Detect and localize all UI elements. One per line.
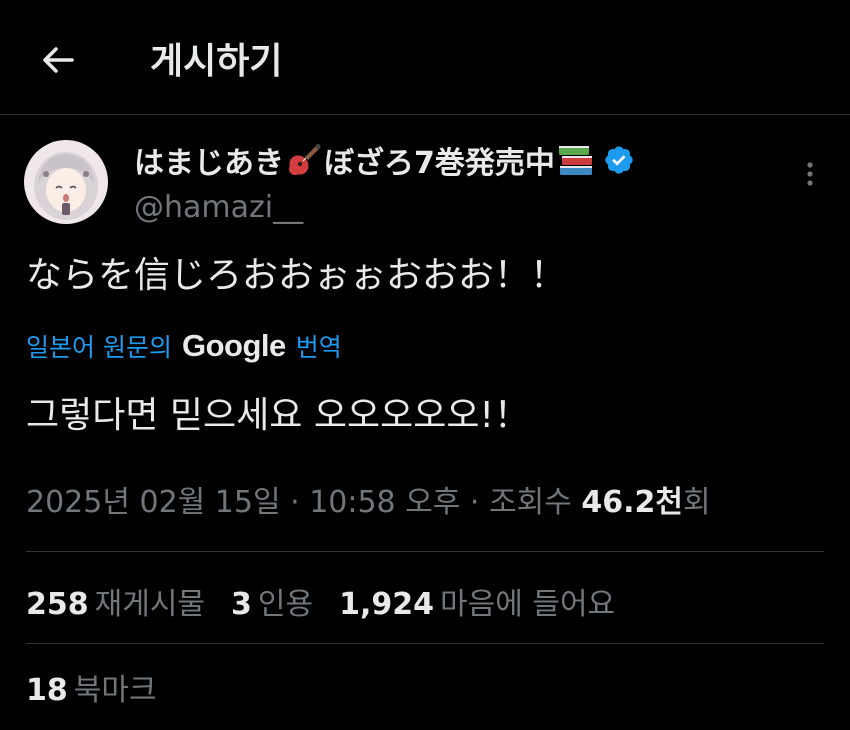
views-label: 조회수 [489,485,572,520]
post-date[interactable]: 2025년 02월 15일 [26,485,281,520]
reposts-stat[interactable]: 258 재게시물 [26,579,205,623]
avatar[interactable] [24,140,108,224]
display-name-suffix: ぼざろ7巻発売中 [324,146,555,181]
likes-stat[interactable]: 1,924 마음에 들어요 [339,579,615,623]
quotes-label: 인용 [257,587,314,622]
arrow-left-icon [43,47,74,73]
page-title: 게시하기 [150,41,283,82]
reposts-label: 재게시물 [94,587,206,622]
verified-badge-icon [605,146,633,174]
bookmarks-stat[interactable]: 18 북마크 [26,670,157,712]
bookmarks-label: 북마크 [73,673,157,708]
avatar-image [24,140,108,224]
divider [26,551,824,552]
post-stats: 258 재게시물 3 인용 1,924 마음에 들어요 [26,580,615,622]
more-options-button[interactable] [790,154,830,194]
reposts-count: 258 [26,587,89,622]
top-bar: 게시하기 [0,0,850,115]
divider [26,643,824,644]
display-name-prefix: はまじあき [134,146,284,181]
author-display-name[interactable]: はまじあき ぼざろ7巻発売中 [134,138,635,182]
translated-post-text: 그렇다면 믿으세요 오오오오오!！ [26,395,530,436]
likes-count: 1,924 [339,587,435,622]
meta-separator: · [280,485,310,520]
views-suffix: 회 [682,485,711,520]
post-time[interactable]: 10:58 오후 [309,485,460,520]
translation-attribution: 일본어 원문의 Google 번역 [26,328,342,364]
quotes-count: 3 [231,587,252,622]
translation-source-link[interactable]: 일본어 원문의 [26,328,172,364]
translation-label[interactable]: 번역 [296,328,342,364]
back-button[interactable] [38,40,78,80]
likes-label: 마음에 들어요 [440,587,616,622]
post-text: ならを信じろおおぉぉおおお！！ [26,255,567,296]
author-handle[interactable]: @hamazi__ [134,188,303,228]
post-meta: 2025년 02월 15일 · 10:58 오후 · 조회수 46.2천회 [26,482,711,524]
meta-separator: · [460,485,489,520]
books-icon [558,146,592,175]
google-logo: Google [181,328,286,363]
guitar-icon [289,144,321,175]
quotes-stat[interactable]: 3 인용 [231,579,313,623]
bookmarks-count: 18 [26,673,68,708]
more-vertical-icon [807,162,813,186]
views-count: 46.2천 [581,485,683,520]
